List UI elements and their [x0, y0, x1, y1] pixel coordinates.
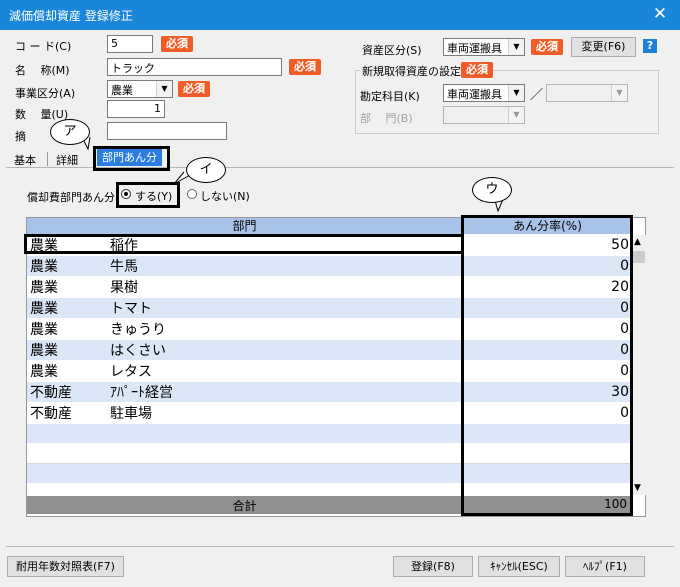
dept-category: 農業: [30, 343, 58, 359]
first-row-highlight: [24, 234, 464, 254]
dept-cell: 農業 きゅうり: [27, 318, 462, 340]
radio-yes-label[interactable]: する(Y): [135, 188, 172, 204]
dept-name: ｱﾊﾟｰﾄ経営: [110, 385, 173, 401]
callout-i: イ: [186, 157, 226, 183]
radio-no[interactable]: [187, 189, 197, 199]
bottom-separator: [6, 546, 674, 547]
window-title: 減価償却資産 登録修正: [9, 9, 133, 23]
dept-category: 農業: [30, 301, 58, 317]
dept-category: 農業: [30, 364, 58, 380]
slash-separator: ／: [530, 88, 544, 103]
asset-class-select[interactable]: 車両運搬具 ▼: [443, 38, 525, 56]
lifetime-table-button[interactable]: 耐用年数対照表(F7): [7, 556, 124, 577]
dept-label: 部 門(B): [360, 112, 413, 125]
business-label: 事業区分(A): [15, 87, 76, 100]
help-button[interactable]: ﾍﾙﾌﾟ(F1): [565, 556, 645, 577]
business-select[interactable]: 農業 ▼: [107, 80, 173, 98]
new-asset-group-title: 新規取得資産の設定: [360, 63, 463, 79]
sub-account-select[interactable]: ▼: [546, 84, 628, 102]
dept-cell: [27, 463, 462, 484]
dept-name: きゅうり: [110, 322, 166, 338]
grid-scrollbar[interactable]: ▲ ▼: [632, 235, 646, 495]
asset-class-required-badge: 必須: [531, 39, 563, 55]
radio-yes[interactable]: [121, 189, 131, 199]
callout-u-highlight: [461, 215, 633, 516]
new-asset-required-badge: 必須: [461, 62, 493, 78]
help-icon[interactable]: ?: [643, 39, 657, 53]
radio-dot-icon: [124, 192, 128, 196]
quantity-input[interactable]: 1: [107, 100, 165, 118]
dept-name: 果樹: [110, 280, 138, 296]
tab-divider: [47, 152, 48, 166]
dept-cell: 農業 牛馬: [27, 255, 462, 277]
dept-category: 不動産: [30, 385, 72, 401]
asset-class-value: 車両運搬具: [447, 42, 502, 55]
radio-no-label[interactable]: しない(N): [200, 188, 250, 204]
summary-input[interactable]: [107, 122, 227, 140]
dept-cell: 農業 レタス: [27, 360, 462, 382]
code-required-badge: 必須: [161, 36, 193, 52]
chevron-down-icon: ▼: [156, 81, 172, 97]
cancel-button[interactable]: ｷｬﾝｾﾙ(ESC): [478, 556, 560, 577]
register-button[interactable]: 登録(F8): [393, 556, 473, 577]
dept-category: 農業: [30, 259, 58, 275]
name-required-badge: 必須: [289, 59, 321, 75]
title-bar: 減価償却資産 登録修正 ✕: [0, 0, 680, 30]
grid-header-dept: 部門: [27, 218, 462, 234]
asset-class-label: 資産区分(S): [362, 44, 422, 57]
chevron-down-icon: ▼: [508, 107, 524, 123]
grid-total-label: 合計: [232, 499, 257, 513]
chevron-down-icon: ▼: [508, 85, 524, 101]
dept-name: レタス: [110, 364, 152, 380]
dept-cell: [27, 443, 462, 464]
name-input[interactable]: トラック: [107, 58, 282, 76]
code-label: コ ー ド(C): [15, 40, 72, 53]
dept-cell: [27, 423, 462, 444]
close-button[interactable]: ✕: [640, 0, 680, 30]
callout-u: ウ: [472, 177, 512, 203]
name-label: 名 称(M): [15, 64, 70, 77]
summary-label: 摘: [15, 130, 26, 143]
account-select[interactable]: 車両運搬具 ▼: [443, 84, 525, 102]
dept-cell: 不動産 ｱﾊﾟｰﾄ経営: [27, 381, 462, 403]
dept-name: トマト: [110, 301, 152, 317]
dept-cell: 農業 はくさい: [27, 339, 462, 361]
account-label: 勘定科目(K): [360, 90, 420, 103]
dept-cell: 不動産 駐車場: [27, 402, 462, 424]
chevron-down-icon: ▼: [508, 39, 524, 55]
dept-name: 牛馬: [110, 259, 138, 275]
business-select-value: 農業: [111, 84, 133, 97]
scroll-thumb[interactable]: [633, 251, 645, 263]
dept-category: 農業: [30, 322, 58, 338]
allocation-label: 償却費部門あん分: [27, 191, 115, 204]
tab-basic[interactable]: 基本: [14, 152, 36, 168]
dept-cell: 農業 トマト: [27, 297, 462, 319]
dept-select[interactable]: ▼: [443, 106, 525, 124]
dept-name: 駐車場: [110, 406, 152, 422]
account-select-value: 車両運搬具: [447, 88, 502, 101]
dept-category: 不動産: [30, 406, 72, 422]
dept-name: はくさい: [110, 343, 166, 359]
scroll-up-icon[interactable]: ▲: [634, 237, 641, 247]
scroll-down-icon[interactable]: ▼: [634, 483, 641, 493]
dept-cell: 農業 果樹: [27, 276, 462, 298]
business-required-badge: 必須: [178, 81, 210, 97]
callout-a: ア: [50, 119, 90, 145]
chevron-down-icon: ▼: [611, 85, 627, 101]
code-input[interactable]: 5: [107, 35, 153, 53]
change-button[interactable]: 変更(F6): [571, 37, 636, 57]
dept-category: 農業: [30, 280, 58, 296]
